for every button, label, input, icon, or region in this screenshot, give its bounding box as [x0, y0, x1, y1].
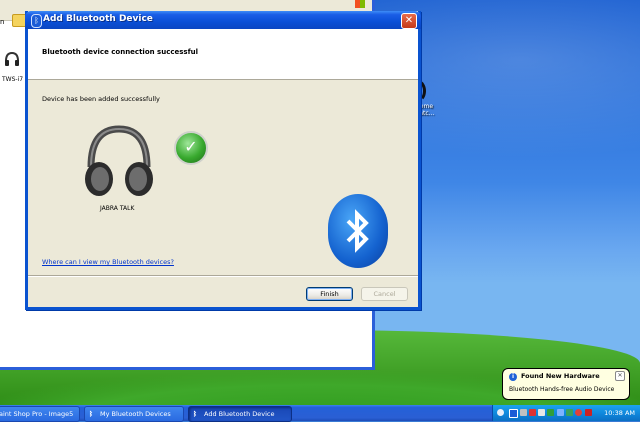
- dialog-title: Add Bluetooth Device: [43, 14, 153, 24]
- windows-logo-icon: [355, 0, 365, 8]
- success-message: Device has been added successfully: [42, 95, 160, 103]
- speaker-tray-icon[interactable]: [538, 409, 545, 416]
- footer-divider: [28, 275, 418, 277]
- alert-tray-icon[interactable]: [585, 409, 592, 416]
- system-tray: 10:38 AM: [492, 405, 640, 421]
- bluetooth-icon: ᛒ: [31, 14, 42, 28]
- wizard-body: Device has been added successfully JABRA…: [28, 80, 418, 285]
- taskbar-button-add-bluetooth-device[interactable]: ᛒ Add Bluetooth Device: [188, 406, 292, 422]
- headphones-icon: [85, 125, 153, 196]
- headphones-icon[interactable]: [4, 52, 20, 66]
- view-bluetooth-devices-link[interactable]: Where can I view my Bluetooth devices?: [42, 258, 174, 266]
- taskbar-button-label: aint Shop Pro - Image5: [0, 410, 74, 418]
- tray-expand-icon[interactable]: [497, 409, 504, 416]
- finish-button[interactable]: Finish: [306, 287, 353, 301]
- dialog-title-bar[interactable]: ᛒ Add Bluetooth Device ✕: [25, 11, 421, 29]
- device-name: JABRA TALK: [100, 205, 135, 212]
- cancel-button: Cancel: [361, 287, 408, 301]
- balloon-close-button[interactable]: ✕: [615, 371, 625, 381]
- network-tray-icon[interactable]: [520, 409, 527, 416]
- security-tray-icon[interactable]: [529, 409, 536, 416]
- antivirus-tray-icon[interactable]: [575, 409, 582, 416]
- bluetooth-logo-icon: [328, 194, 388, 268]
- clock[interactable]: 10:38 AM: [604, 405, 635, 421]
- bg-toolbar-text: n: [0, 18, 5, 26]
- bluetooth-tray-icon[interactable]: [509, 409, 518, 418]
- taskbar-button-label: Add Bluetooth Device: [204, 410, 275, 418]
- bluetooth-icon: ᛒ: [193, 410, 197, 418]
- checkmark-icon: ✓: [174, 131, 208, 165]
- taskbar-button-label: My Bluetooth Devices: [100, 410, 171, 418]
- taskbar: aint Shop Pro - Image5 ᛒ My Bluetooth Dev…: [0, 405, 640, 422]
- taskbar-button-paint-shop-pro[interactable]: aint Shop Pro - Image5: [0, 406, 80, 422]
- close-button[interactable]: ✕: [401, 13, 417, 29]
- found-new-hardware-balloon[interactable]: i Found New Hardware ✕ Bluetooth Hands-f…: [502, 368, 630, 400]
- bluetooth-icon: ᛒ: [89, 410, 93, 418]
- wizard-header: Bluetooth device connection successful: [28, 29, 418, 80]
- balloon-body: Bluetooth Hands-free Audio Device: [509, 386, 615, 393]
- balloon-title: Found New Hardware: [521, 372, 600, 380]
- info-icon: i: [509, 373, 517, 381]
- header-title: Bluetooth device connection successful: [42, 48, 199, 56]
- sync-tray-icon[interactable]: [566, 409, 573, 416]
- device-tray-icon[interactable]: [557, 409, 564, 416]
- taskbar-button-my-bluetooth-devices[interactable]: ᛒ My Bluetooth Devices: [84, 406, 184, 422]
- device-icon-label[interactable]: TWS-i7: [2, 76, 23, 83]
- connection-tray-icon[interactable]: [547, 409, 554, 416]
- add-bluetooth-device-dialog: ᛒ Add Bluetooth Device ✕ Bluetooth devic…: [25, 11, 421, 310]
